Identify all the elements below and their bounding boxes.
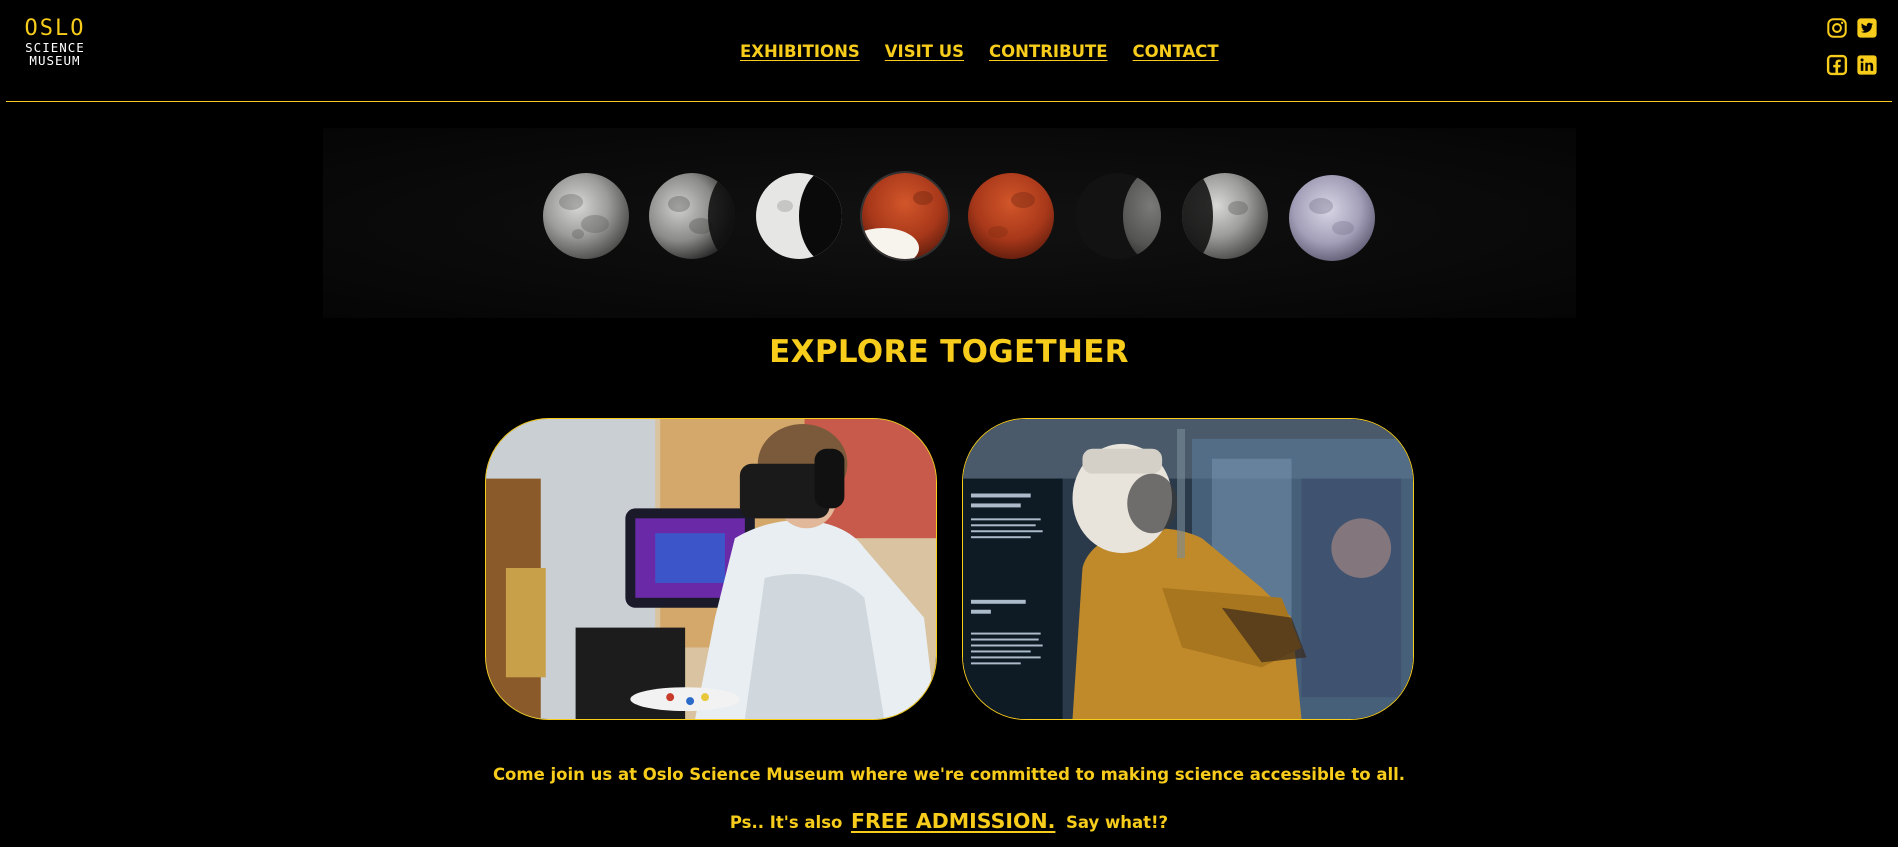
- facebook-icon[interactable]: [1826, 54, 1848, 76]
- admission-line: Ps.. It's also FREE ADMISSION. Say what!…: [0, 809, 1898, 833]
- lunar-eclipse-image: [543, 171, 1375, 261]
- vr-headset-painting-image: [486, 419, 936, 719]
- logo-line-oslo: OSLO: [24, 16, 86, 41]
- nav-contact[interactable]: CONTACT: [1133, 42, 1219, 61]
- logo-line-museum: MUSEUM: [29, 52, 81, 68]
- nav-contribute[interactable]: CONTRIBUTE: [989, 42, 1108, 61]
- admission-suffix: Say what!?: [1065, 813, 1169, 832]
- nav-visit-us[interactable]: VISIT US: [885, 42, 964, 61]
- card-vr-painting[interactable]: [485, 418, 937, 720]
- mission-tagline: Come join us at Oslo Science Museum wher…: [492, 765, 1406, 784]
- linkedin-icon[interactable]: [1856, 54, 1878, 76]
- twitter-icon[interactable]: [1856, 17, 1878, 39]
- lunar-eclipse-banner: [323, 128, 1576, 318]
- astronaut-suit-exhibit-image: [963, 419, 1413, 719]
- admission-prefix: Ps.. It's also: [729, 813, 843, 832]
- free-admission-link[interactable]: FREE ADMISSION.: [851, 809, 1055, 833]
- main-nav: EXHIBITIONS VISIT US CONTRIBUTE CONTACT: [740, 42, 1219, 61]
- site-header: OSLO SCIENCE MUSEUM EXHIBITIONS VISIT US…: [0, 0, 1898, 102]
- header-divider: [6, 101, 1892, 102]
- instagram-icon[interactable]: [1826, 17, 1848, 39]
- museum-logo[interactable]: OSLO SCIENCE MUSEUM: [20, 18, 90, 67]
- card-astronaut-exhibit[interactable]: [962, 418, 1414, 720]
- section-heading: EXPLORE TOGETHER: [769, 334, 1129, 370]
- nav-exhibitions[interactable]: EXHIBITIONS: [740, 42, 860, 61]
